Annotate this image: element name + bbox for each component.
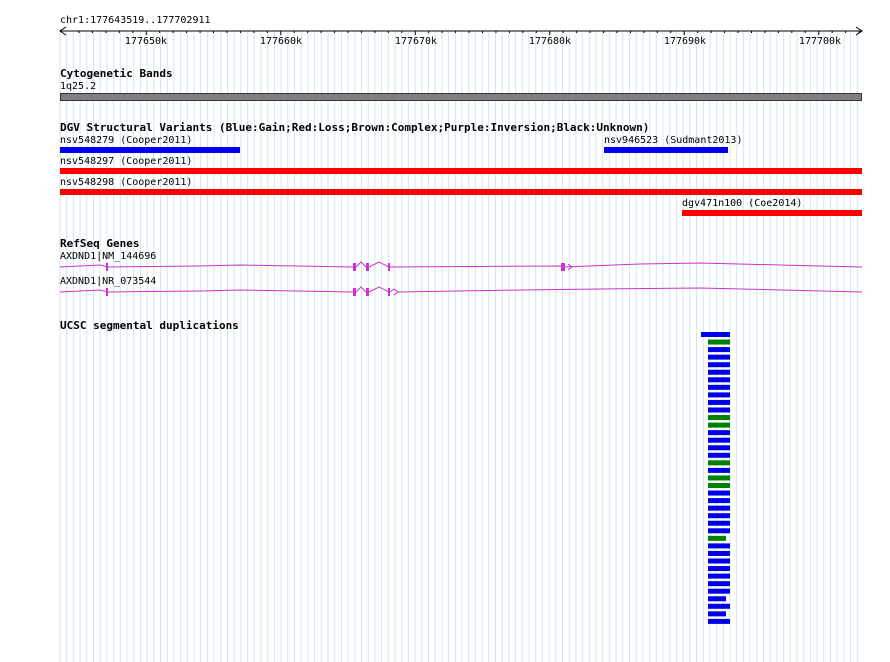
segdup-feature[interactable] (708, 543, 730, 549)
segdup-feature[interactable] (708, 422, 730, 428)
segdup-feature[interactable] (708, 437, 730, 443)
segdup-feature[interactable] (708, 369, 730, 375)
segdup-feature[interactable] (708, 354, 730, 360)
segdup-feature[interactable] (708, 573, 730, 579)
segdup-feature[interactable] (708, 430, 730, 436)
segdup-feature[interactable] (708, 596, 726, 602)
segdup-feature[interactable] (708, 618, 730, 624)
segdup-feature[interactable] (708, 566, 730, 572)
segdup-feature[interactable] (708, 445, 730, 451)
segdup-feature[interactable] (708, 475, 730, 481)
segdup-feature[interactable] (708, 490, 730, 496)
segdup-feature[interactable] (708, 460, 730, 466)
segdup-feature[interactable] (708, 581, 730, 587)
segdup-feature[interactable] (708, 505, 730, 511)
segdup-feature[interactable] (708, 483, 730, 488)
segdup-feature[interactable] (708, 603, 730, 609)
segdup-feature[interactable] (708, 392, 730, 398)
segdup-feature[interactable] (708, 528, 730, 534)
segdup-feature[interactable] (708, 611, 726, 617)
segdup-feature[interactable] (708, 513, 730, 519)
segdup-feature[interactable] (708, 452, 730, 458)
segdup-feature[interactable] (708, 362, 730, 368)
segdup-feature[interactable] (708, 588, 730, 594)
segdup-feature[interactable] (708, 347, 730, 353)
segdup-feature[interactable] (708, 407, 730, 413)
segdup-feature[interactable] (708, 498, 730, 504)
segdup-feature[interactable] (708, 384, 730, 390)
segdup-feature[interactable] (708, 550, 730, 556)
segdup-feature[interactable] (708, 415, 730, 421)
segdup-feature[interactable] (708, 377, 730, 383)
segdup-feature[interactable] (708, 535, 726, 541)
segdup-feature[interactable] (708, 520, 730, 526)
segdup-feature[interactable] (708, 467, 730, 473)
segdup-feature[interactable] (708, 558, 730, 564)
segdup-feature[interactable] (708, 399, 730, 405)
segdup-feature[interactable] (701, 332, 730, 337)
segdup-feature[interactable] (708, 339, 730, 345)
segdup-features[interactable] (0, 0, 890, 662)
